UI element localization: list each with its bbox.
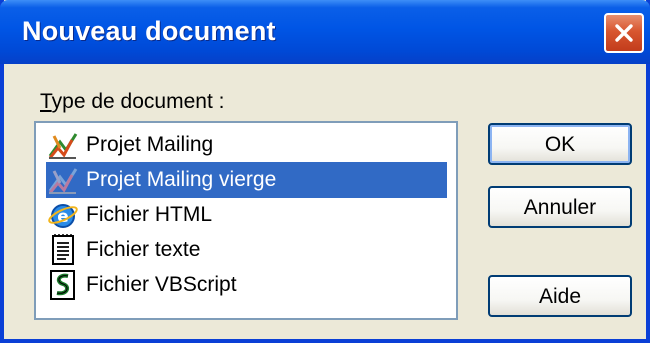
ok-button[interactable]: OK [488,123,632,165]
html-file-icon: e [48,204,78,228]
list-item-label: Fichier VBScript [86,272,237,296]
label-text: ype de document : [51,90,225,113]
list-item-fichier-texte[interactable]: Fichier texte [46,232,204,268]
list-item-label: Projet Mailing [86,132,214,156]
label-mnemonic: T [40,90,52,113]
list-item-label: Fichier HTML [86,202,213,226]
document-type-label: Type de document : [40,90,224,114]
document-type-listbox[interactable]: Projet Mailing Projet Mailing vierge e F… [34,121,458,320]
close-button[interactable] [604,13,644,53]
vbscript-file-icon [50,270,75,300]
list-item-projet-mailing-vierge[interactable]: Projet Mailing vierge [46,162,280,198]
cancel-button[interactable]: Annuler [488,186,632,228]
dialog-window: Nouveau document Type de document : Proj… [0,0,650,343]
list-item-fichier-html[interactable]: e Fichier HTML [46,197,216,233]
title-bar[interactable]: Nouveau document [0,0,650,64]
blank-mailing-project-icon [48,168,78,194]
close-icon [615,24,633,42]
dialog-title: Nouveau document [22,16,276,46]
mailing-project-icon [48,133,78,159]
help-button[interactable]: Aide [488,275,632,317]
list-item-fichier-vbscript[interactable]: Fichier VBScript [46,267,241,303]
list-item-label: Fichier texte [86,237,201,261]
list-item-label: Projet Mailing vierge [86,167,277,191]
text-file-icon [52,234,74,265]
list-item-projet-mailing[interactable]: Projet Mailing [46,127,217,163]
